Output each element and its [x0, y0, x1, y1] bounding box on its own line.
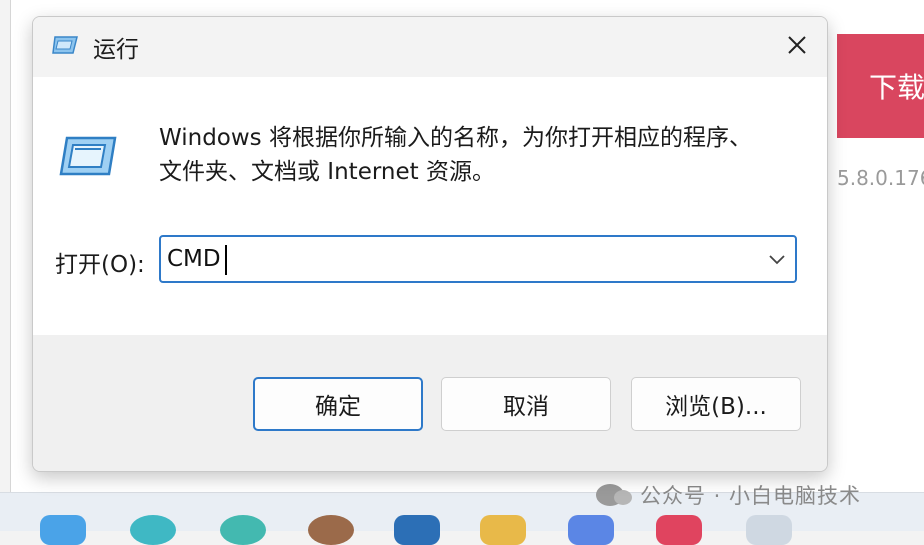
start-icon[interactable] [40, 515, 86, 545]
browser-icon[interactable] [220, 515, 266, 545]
edge-icon[interactable] [130, 515, 176, 545]
close-icon [788, 36, 806, 54]
dialog-footer: 确定 取消 浏览(B)... [33, 335, 827, 471]
dialog-content: Windows 将根据你所输入的名称，为你打开相应的程序、 文件夹、文档或 In… [33, 77, 827, 335]
open-label: 打开(O): [55, 252, 145, 278]
wechat-icon [596, 484, 632, 506]
store-icon[interactable] [656, 515, 702, 545]
active-app-icon[interactable] [746, 515, 792, 545]
title-bar[interactable]: 运行 [33, 17, 827, 77]
run-dialog: 运行 Windows 将根据你所输入的名称，为你打开相应的程序、 文件夹、文档或… [32, 16, 828, 472]
browse-button[interactable]: 浏览(B)... [631, 377, 801, 431]
watermark: 公众号 · 小白电脑技术 [596, 480, 861, 510]
open-input[interactable] [167, 241, 747, 277]
ok-button[interactable]: 确定 [253, 377, 423, 431]
text-caret [225, 245, 227, 275]
description-line-1: Windows 将根据你所输入的名称，为你打开相应的程序、 [159, 125, 752, 151]
chevron-down-icon[interactable] [765, 249, 789, 269]
folder-icon[interactable] [480, 515, 526, 545]
mail-icon[interactable] [568, 515, 614, 545]
watermark-text: 公众号 · 小白电脑技术 [640, 484, 862, 508]
description: Windows 将根据你所输入的名称，为你打开相应的程序、 文件夹、文档或 In… [159, 121, 799, 189]
close-button[interactable] [775, 23, 819, 67]
version-text: 5.8.0.176 [837, 166, 924, 190]
cancel-button[interactable]: 取消 [441, 377, 611, 431]
run-program-icon [59, 135, 119, 181]
app-icon[interactable] [394, 515, 440, 545]
dialog-title: 运行 [93, 37, 139, 63]
avatar-icon[interactable] [308, 515, 354, 545]
download-button[interactable]: 下载 [837, 34, 924, 138]
open-combobox[interactable] [159, 235, 797, 283]
description-line-2: 文件夹、文档或 Internet 资源。 [159, 159, 495, 185]
run-app-icon [51, 35, 79, 59]
